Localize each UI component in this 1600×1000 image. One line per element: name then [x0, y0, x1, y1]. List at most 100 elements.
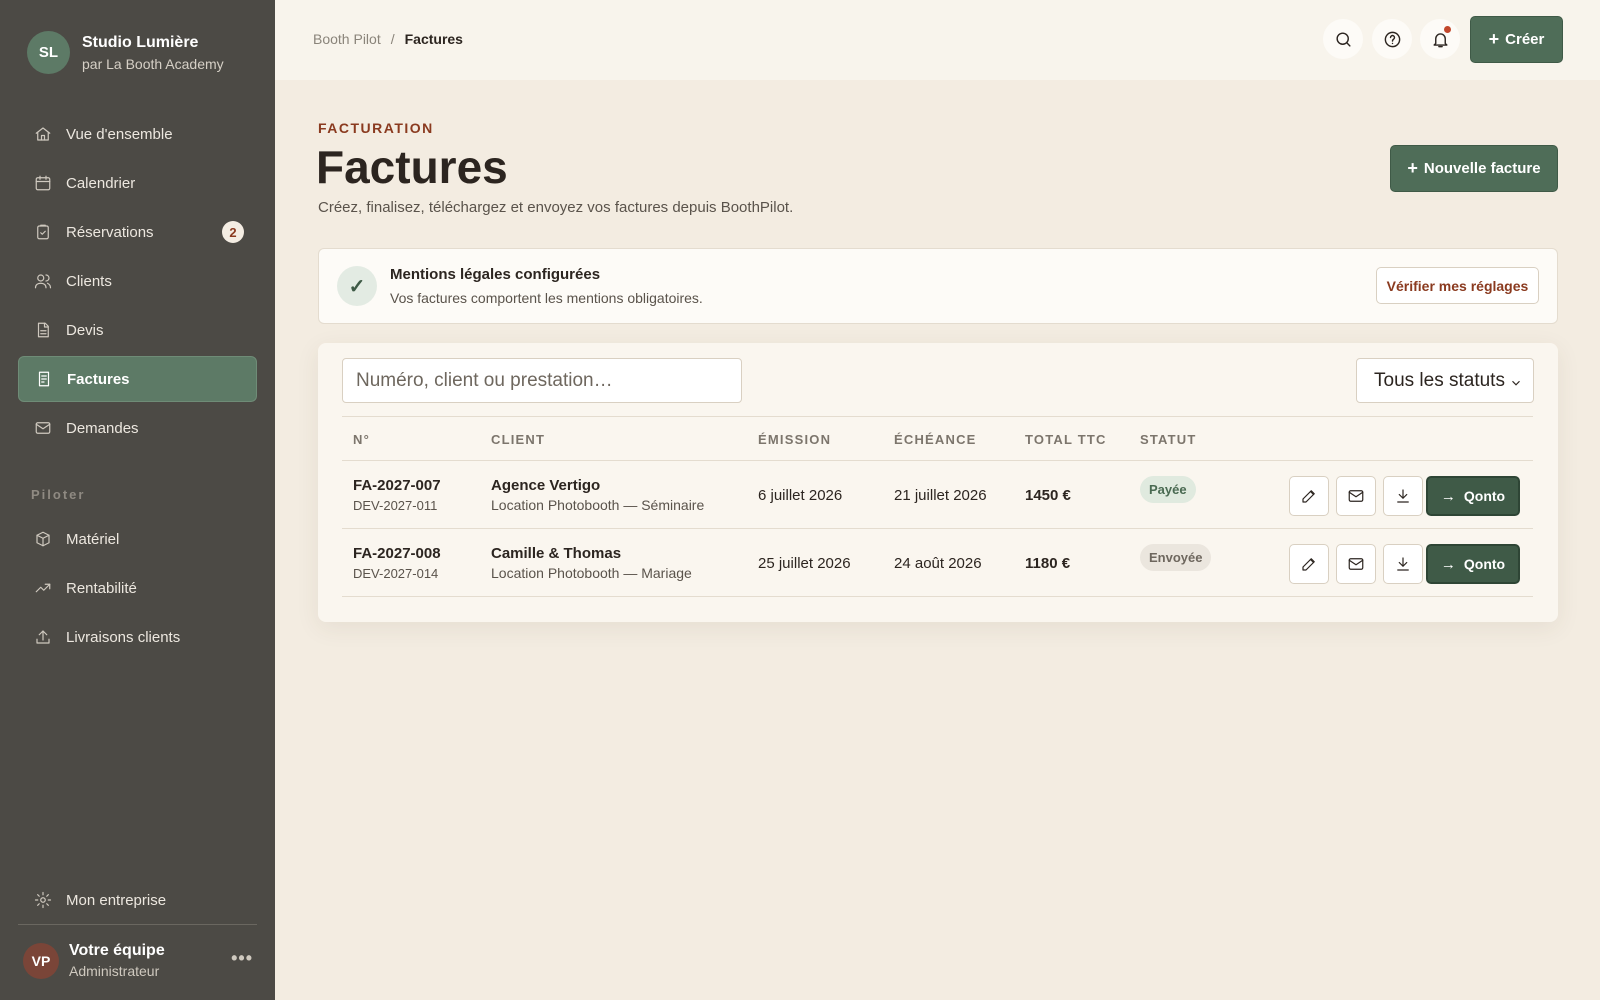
table-row[interactable]: FA-2027-007 DEV-2027-011 Agence Vertigo … [342, 461, 1533, 529]
page-eyebrow: FACTURATION [318, 120, 434, 136]
email-button[interactable] [1336, 476, 1376, 516]
email-button[interactable] [1336, 544, 1376, 584]
brand-avatar: SL [27, 31, 70, 74]
sidebar-item-label: Factures [67, 370, 130, 388]
check-settings-button[interactable]: Vérifier mes réglages [1376, 267, 1539, 304]
breadcrumb: Booth Pilot / Factures [313, 31, 463, 47]
chevron-down-icon [1509, 374, 1523, 396]
sidebar-item-deliveries[interactable]: Livraisons clients [18, 614, 257, 660]
upload-icon [33, 627, 53, 647]
notifications-button[interactable] [1420, 19, 1460, 59]
user-profile[interactable]: VP Votre équipe Administrateur ••• [23, 942, 253, 979]
create-button-label: Créer [1505, 31, 1545, 48]
reservations-count-badge: 2 [222, 221, 244, 243]
table-row[interactable]: FA-2027-008 DEV-2027-014 Camille & Thoma… [342, 529, 1533, 597]
sidebar-item-requests[interactable]: Demandes [18, 405, 257, 451]
edit-button[interactable] [1289, 544, 1329, 584]
sidebar-item-profitability[interactable]: Rentabilité [18, 565, 257, 611]
search-input[interactable] [342, 358, 742, 403]
status-badge: Envoyée [1140, 544, 1212, 571]
download-button[interactable] [1383, 544, 1423, 584]
pencil-icon [1300, 487, 1318, 505]
breadcrumb-current: Factures [404, 31, 463, 47]
sidebar-item-reservations[interactable]: Réservations 2 [18, 209, 257, 255]
sidebar-item-quotes[interactable]: Devis [18, 307, 257, 353]
breadcrumb-separator: / [390, 31, 395, 47]
plus-icon: + [1488, 29, 1500, 49]
invoice-number[interactable]: FA-2027-008 [353, 545, 441, 562]
create-button[interactable]: + Créer [1470, 16, 1563, 63]
qonto-button[interactable]: → Qonto [1426, 476, 1520, 516]
topbar: Booth Pilot / Factures + Créer [275, 0, 1600, 80]
quote-reference: DEV-2027-014 [353, 566, 439, 581]
calendar-icon [33, 173, 53, 193]
sidebar-item-label: Livraisons clients [66, 628, 181, 646]
sidebar-item-company[interactable]: Mon entreprise [18, 877, 257, 923]
clipboard-check-icon [33, 222, 53, 242]
plus-icon: + [1407, 158, 1418, 178]
sidebar-item-label: Rentabilité [66, 579, 137, 597]
avatar: VP [23, 942, 59, 979]
download-icon [1394, 487, 1412, 505]
new-invoice-button[interactable]: + Nouvelle facture [1390, 145, 1558, 192]
help-button[interactable] [1372, 19, 1412, 59]
notice-title: Mentions légales configurées [390, 266, 601, 283]
page-title: Factures [316, 141, 508, 193]
page-subtitle: Créez, finalisez, téléchargez et envoyez… [318, 199, 794, 216]
arrow-right-icon: → [1440, 555, 1456, 573]
trend-up-icon [33, 578, 53, 598]
column-header-issued: ÉMISSION [758, 432, 832, 447]
issue-date: 25 juillet 2026 [758, 555, 851, 572]
sidebar-item-equipment[interactable]: Matériel [18, 516, 257, 562]
column-header-client: CLIENT [491, 432, 546, 447]
check-icon: ✓ [337, 266, 377, 306]
edit-button[interactable] [1289, 476, 1329, 516]
brand-name: Studio Lumière [82, 33, 199, 51]
gear-icon [33, 890, 53, 910]
help-icon [1383, 30, 1402, 49]
mail-icon [1347, 487, 1365, 505]
sidebar: SL Studio Lumière par La Booth Academy V… [0, 0, 275, 1000]
mail-icon [1347, 555, 1365, 573]
sidebar-divider [18, 924, 257, 925]
sidebar-item-label: Clients [66, 272, 112, 290]
sidebar-item-calendar[interactable]: Calendrier [18, 160, 257, 206]
notification-dot [1444, 26, 1451, 33]
service-description: Location Photobooth — Séminaire [491, 497, 705, 513]
column-header-status: STATUT [1140, 432, 1197, 447]
download-icon [1394, 555, 1412, 573]
column-header-number: N° [353, 432, 370, 447]
column-header-due: ÉCHÉANCE [894, 432, 977, 447]
nav-section-label: Piloter [31, 487, 86, 502]
search-icon [1334, 30, 1353, 49]
notice-text: Vos factures comportent les mentions obl… [390, 290, 703, 306]
total-amount: 1450 € [1025, 487, 1071, 504]
users-icon [33, 271, 53, 291]
breadcrumb-root[interactable]: Booth Pilot [313, 31, 381, 47]
invoice-number[interactable]: FA-2027-007 [353, 477, 441, 494]
sidebar-item-clients[interactable]: Clients [18, 258, 257, 304]
sidebar-item-label: Vue d'ensemble [66, 125, 173, 143]
invoices-card: Tous les statuts N° CLIENT ÉMISSION ÉCHÉ… [318, 343, 1558, 622]
sidebar-item-overview[interactable]: Vue d'ensemble [18, 111, 257, 157]
due-date: 21 juillet 2026 [894, 487, 987, 504]
download-button[interactable] [1383, 476, 1423, 516]
user-role: Administrateur [69, 963, 160, 979]
table-header: N° CLIENT ÉMISSION ÉCHÉANCE TOTAL TTC ST… [342, 416, 1533, 461]
status-filter-select[interactable]: Tous les statuts [1356, 358, 1534, 403]
pencil-icon [1300, 555, 1318, 573]
qonto-button[interactable]: → Qonto [1426, 544, 1520, 584]
more-options-icon[interactable]: ••• [231, 948, 253, 969]
arrow-right-icon: → [1440, 487, 1456, 505]
sidebar-item-invoices[interactable]: Factures [18, 356, 257, 402]
home-icon [33, 124, 53, 144]
sidebar-item-label: Devis [66, 321, 104, 339]
qonto-button-label: Qonto [1463, 488, 1506, 504]
issue-date: 6 juillet 2026 [758, 487, 843, 504]
new-invoice-label: Nouvelle facture [1423, 160, 1541, 177]
due-date: 24 août 2026 [894, 555, 982, 572]
brand[interactable]: SL Studio Lumière par La Booth Academy [27, 31, 224, 74]
box-icon [33, 529, 53, 549]
user-name: Votre équipe [69, 942, 165, 959]
search-button[interactable] [1323, 19, 1363, 59]
